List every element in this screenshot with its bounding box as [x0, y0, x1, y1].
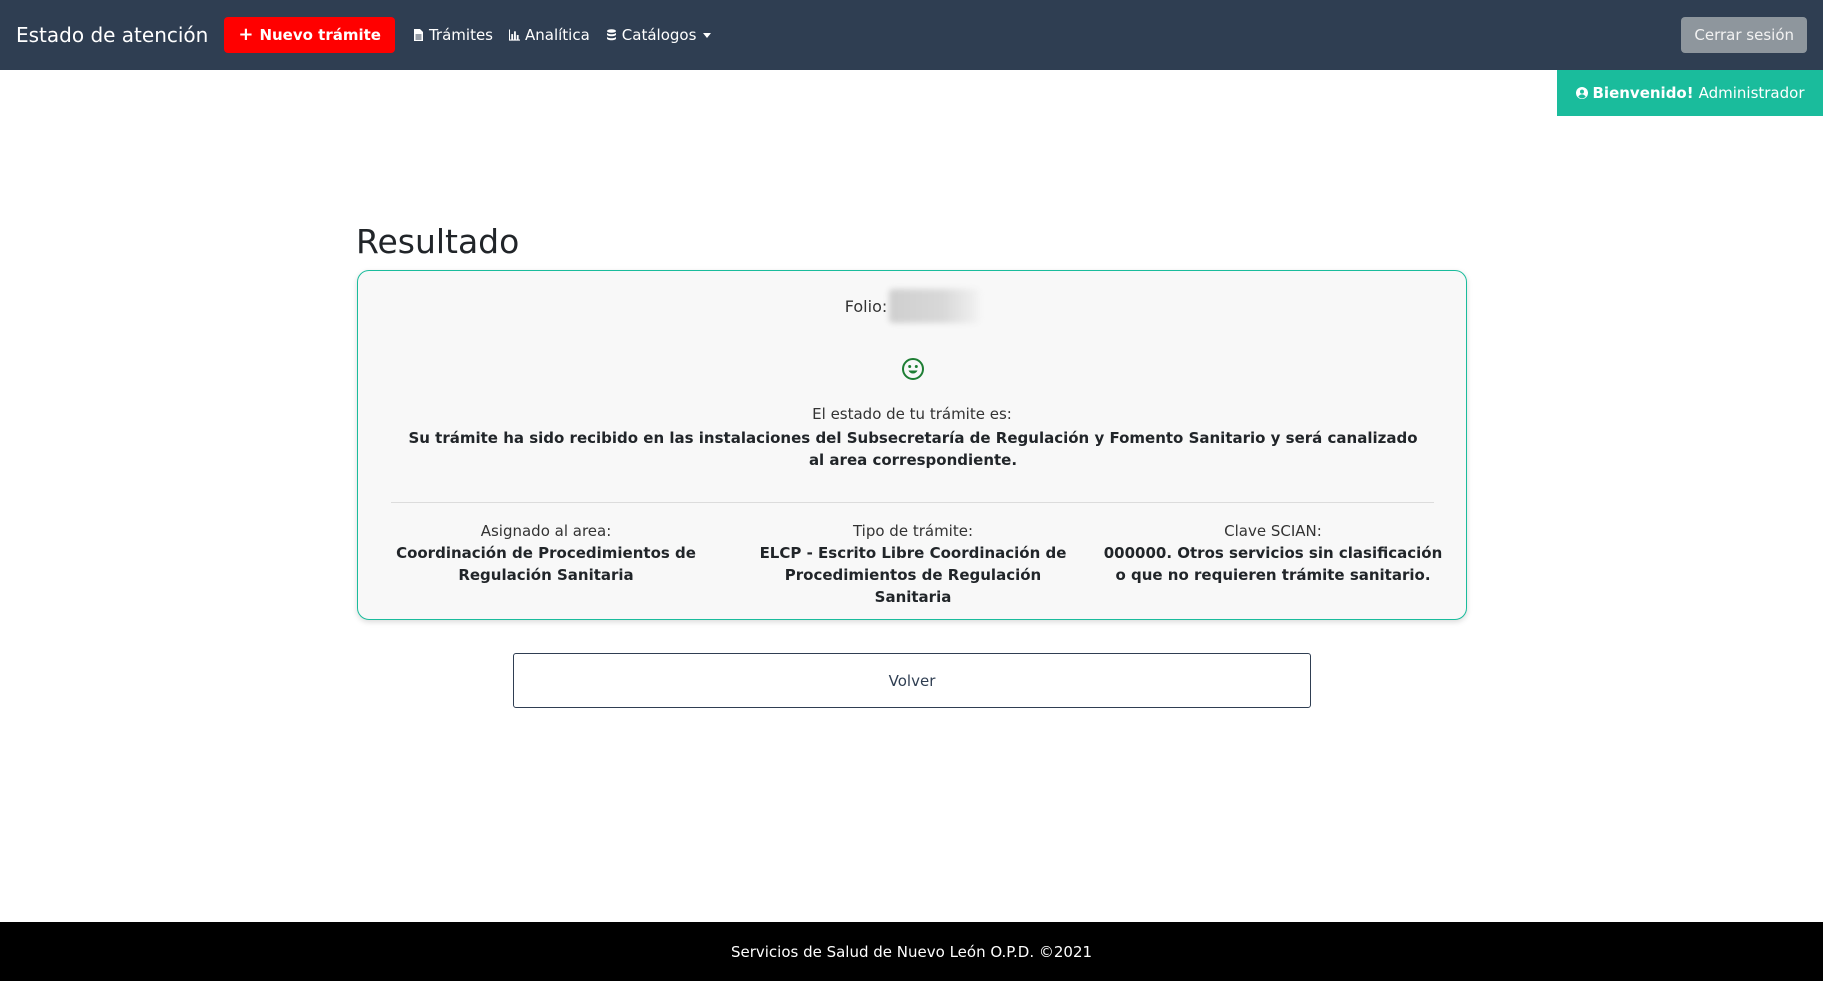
detail-tipo-label: Tipo de trámite:: [852, 522, 974, 540]
detail-area-label: Asignado al area:: [480, 522, 612, 540]
card-divider: [391, 502, 1434, 503]
detail-clave-scian: Clave SCIAN: 000000. Otros servicios sin…: [1103, 520, 1443, 586]
top-navbar: Estado de atención + Nuevo trámite Trámi…: [0, 0, 1823, 70]
page-title: Resultado: [356, 222, 520, 261]
nav-tramites[interactable]: Trámites: [413, 26, 493, 44]
footer-text: Servicios de Salud de Nuevo León O.P.D. …: [730, 942, 1093, 961]
nav-catalogos-dropdown[interactable]: Catálogos: [606, 26, 712, 44]
folio-value-redacted: [889, 289, 980, 323]
detail-area: Asignado al area: Coordinación de Proced…: [391, 520, 701, 586]
estado-value: Su trámite ha sido recibido en las insta…: [408, 429, 1418, 469]
plus-icon: +: [238, 24, 254, 45]
folio-row: Folio:: [358, 289, 1466, 323]
logout-button[interactable]: Cerrar sesión: [1681, 17, 1807, 53]
nav-catalogos-label: Catálogos: [621, 26, 697, 44]
new-tramite-button[interactable]: + Nuevo trámite: [224, 17, 395, 53]
detail-tipo-tramite: Tipo de trámite: ELCP - Escrito Libre Co…: [748, 520, 1078, 608]
estado-label: El estado de tu trámite es:: [812, 405, 1012, 423]
result-card: Folio: El estado de tu trámite es: Su tr…: [357, 270, 1467, 620]
detail-tipo-value: ELCP - Escrito Libre Coordinación de Pro…: [759, 544, 1067, 606]
nav-analitica-label: Analítica: [525, 26, 590, 44]
folio-label: Folio:: [844, 296, 888, 316]
welcome-greeting: Bienvenido!: [1592, 84, 1694, 102]
detail-scian-label: Clave SCIAN:: [1224, 522, 1322, 540]
user-circle-icon: [1575, 87, 1588, 99]
caret-down-icon: [703, 32, 712, 38]
back-button[interactable]: Volver: [513, 653, 1311, 708]
detail-area-value: Coordinación de Procedimientos de Regula…: [396, 544, 696, 584]
nav-tramites-label: Trámites: [428, 26, 493, 44]
database-icon: [606, 29, 616, 41]
nav-analitica[interactable]: Analítica: [509, 26, 590, 44]
file-icon: [413, 29, 423, 41]
welcome-badge: Bienvenido! Administrador: [1557, 70, 1823, 116]
detail-scian-value: 000000. Otros servicios sin clasificació…: [1103, 544, 1443, 584]
brand-title[interactable]: Estado de atención: [16, 23, 208, 47]
footer: Servicios de Salud de Nuevo León O.P.D. …: [0, 922, 1823, 981]
bar-chart-icon: [509, 29, 520, 41]
smile-icon: [902, 358, 924, 380]
new-tramite-label: Nuevo trámite: [259, 26, 381, 44]
welcome-user: Administrador: [1698, 84, 1805, 102]
